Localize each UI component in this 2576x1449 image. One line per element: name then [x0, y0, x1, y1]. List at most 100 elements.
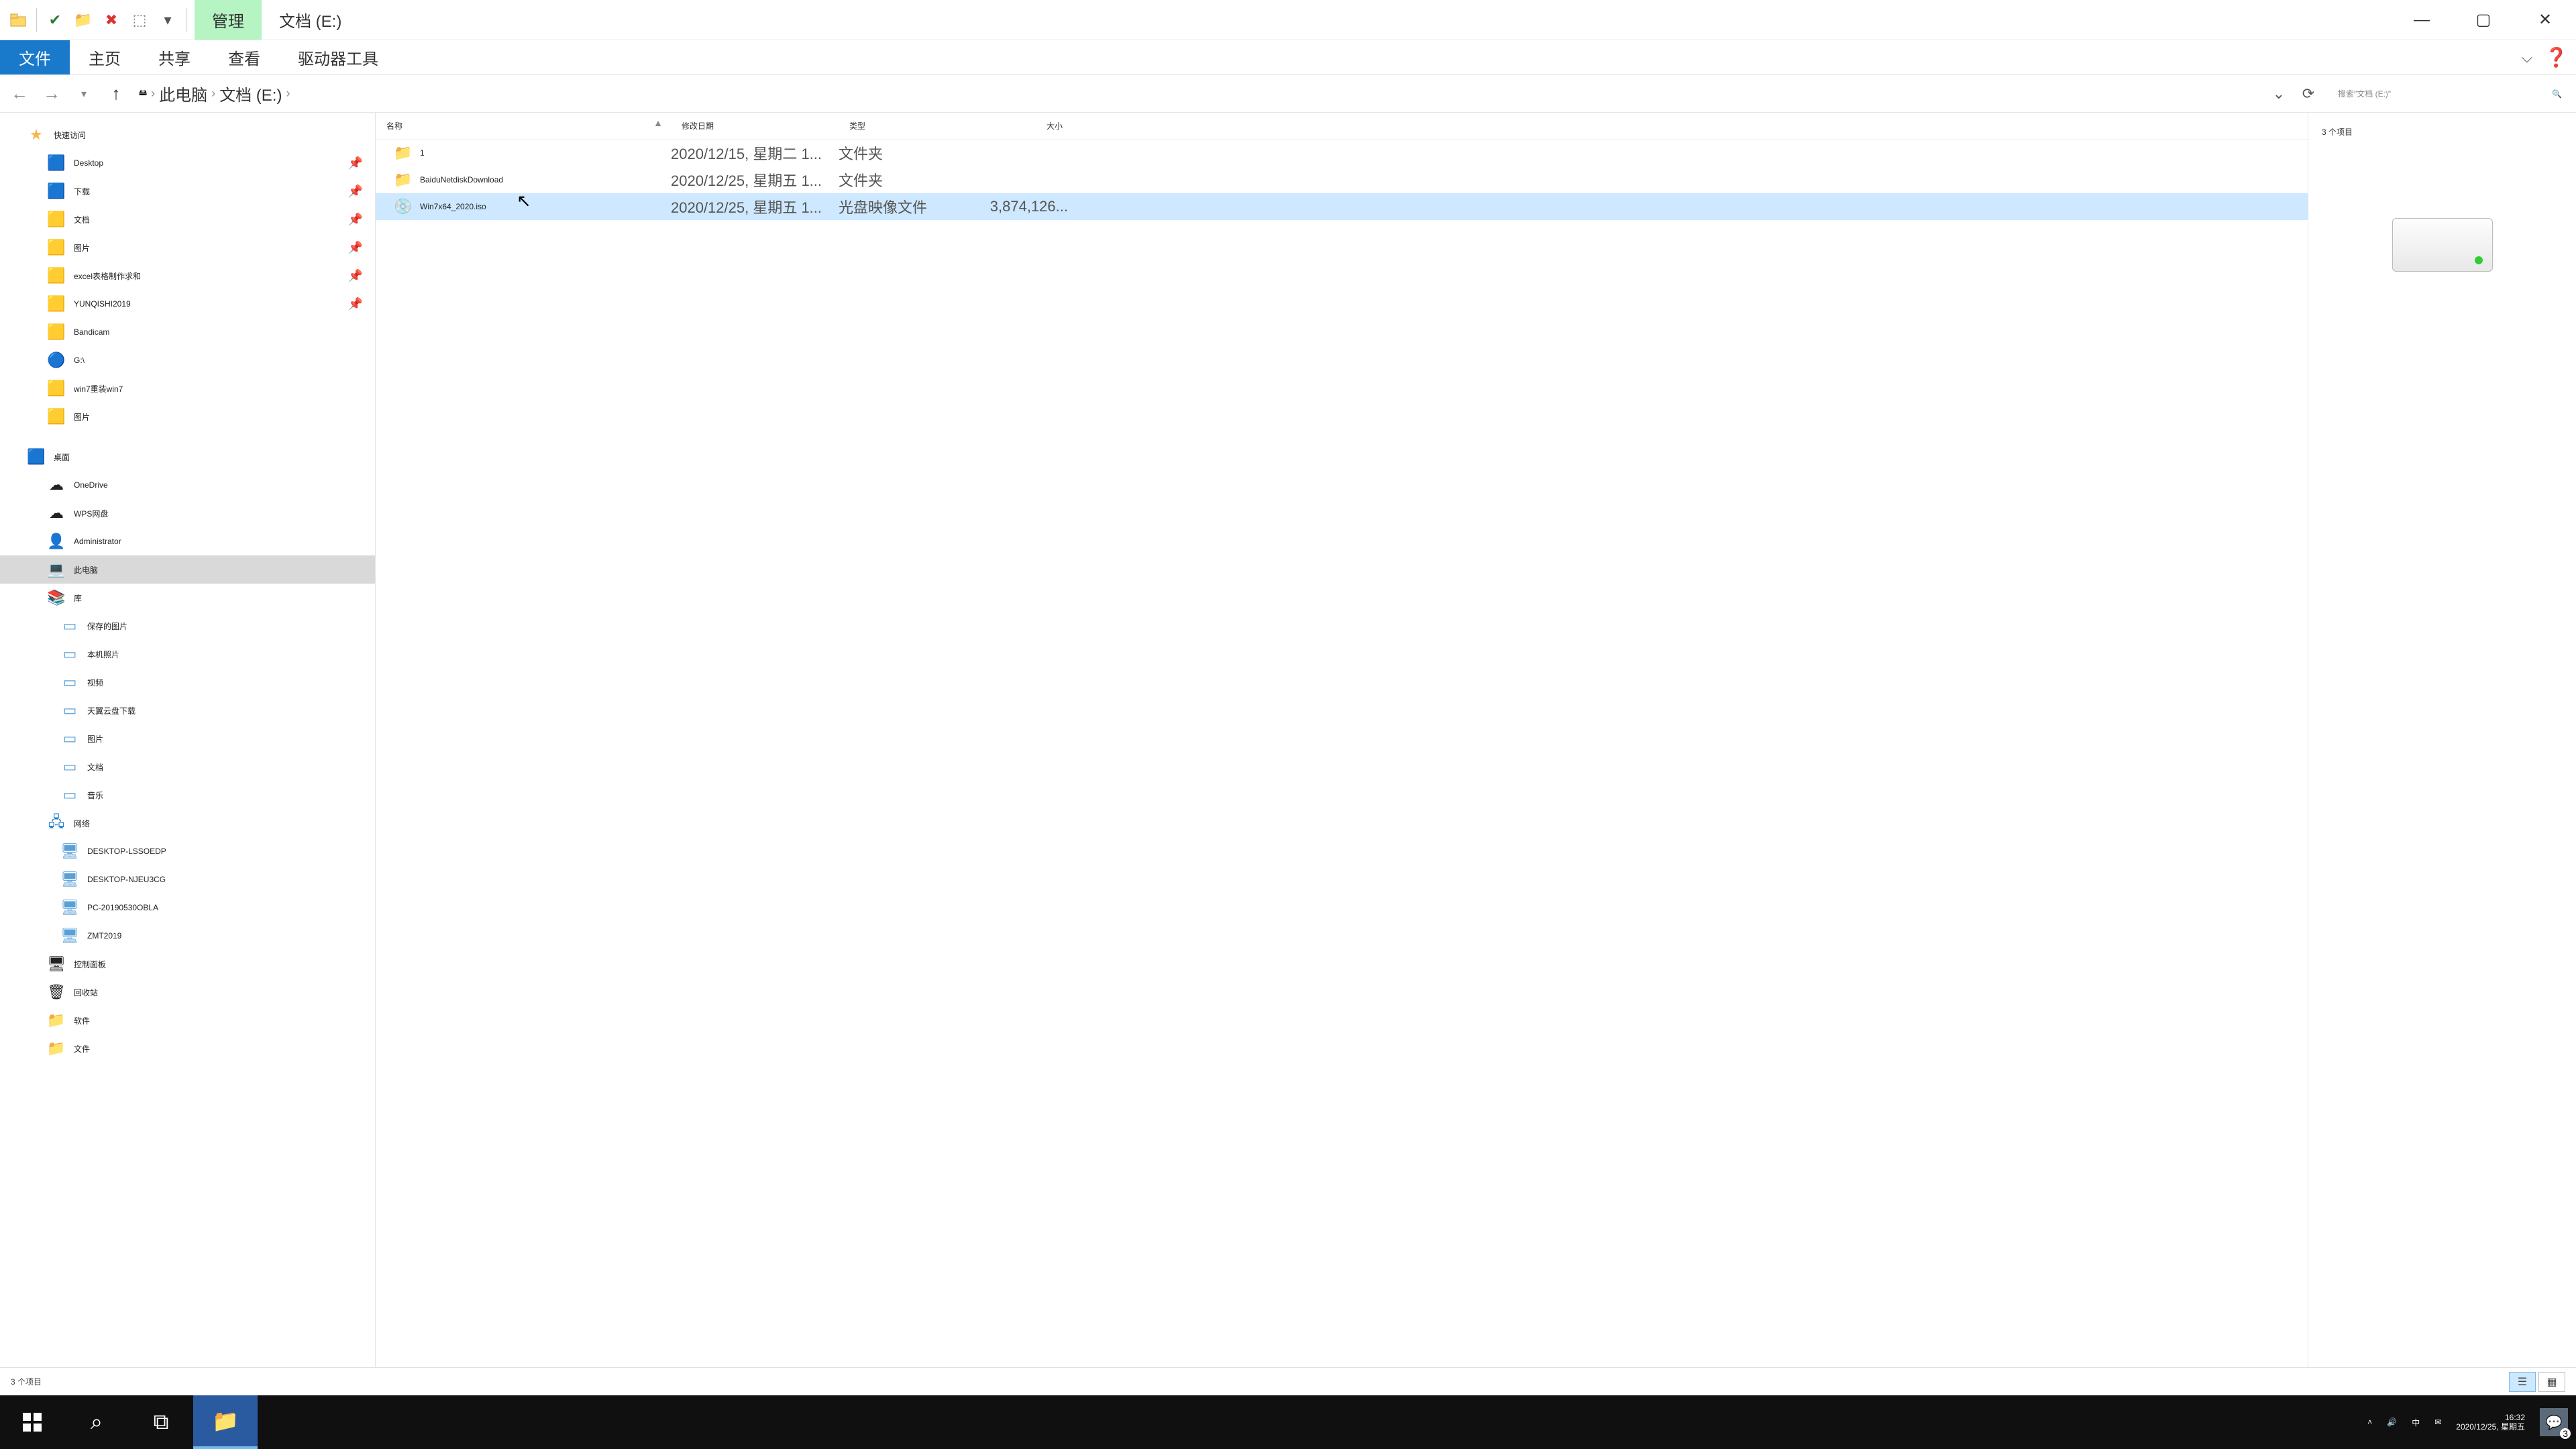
nav-quick-item[interactable]: 🟦Desktop📌 — [0, 149, 375, 177]
nav-library-item[interactable]: ▭本机照片 — [0, 640, 375, 668]
maximize-button[interactable]: ▢ — [2453, 0, 2514, 40]
nav-quick-item[interactable]: 🟨图片 — [0, 402, 375, 431]
tray-overflow-icon[interactable]: ˄ — [2367, 1417, 2372, 1427]
clock[interactable]: 16:32 2020/12/25, 星期五 — [2456, 1413, 2525, 1432]
action-center-button[interactable]: 💬3 — [2540, 1408, 2568, 1436]
file-type: 文件夹 — [839, 169, 979, 191]
task-view-button[interactable]: ⧉ — [129, 1395, 193, 1449]
navigation-pane[interactable]: ★快速访问 🟦Desktop📌🟦下载📌🟨文档📌🟨图片📌🟨excel表格制作求和📌… — [0, 113, 376, 1367]
file-date: 2020/12/15, 星期二 1... — [671, 142, 839, 164]
menu-drive-tools[interactable]: 驱动器工具 — [279, 40, 397, 74]
computer-icon: 🖥 — [60, 843, 79, 860]
nav-library-item[interactable]: ▭音乐 — [0, 781, 375, 809]
search-input[interactable]: 搜索"文档 (E:)" 🔍 — [2329, 80, 2571, 107]
view-details-button[interactable]: ☰ — [2509, 1372, 2536, 1392]
nav-quick-item[interactable]: 🟦下载📌 — [0, 177, 375, 205]
address-bar-row: ← → ▾ ↑ 🖴 › 此电脑 › 文档 (E:) › ⌄ ⟳ 搜索"文档 (E… — [0, 75, 2576, 113]
ribbon-expand-icon[interactable]: ⌵ — [2521, 49, 2532, 66]
file-row[interactable]: 💿Win7x64_2020.iso2020/12/25, 星期五 1...光盘映… — [376, 193, 2308, 220]
nav-quick-access[interactable]: ★快速访问 — [0, 121, 375, 149]
view-mode-buttons: ☰ ▦ — [2509, 1372, 2565, 1392]
item-icon: 👤 — [47, 533, 66, 550]
start-button[interactable] — [0, 1395, 64, 1449]
tray-app-icon[interactable]: ✉ — [2434, 1417, 2441, 1427]
nav-desktop-item[interactable]: 👤Administrator — [0, 527, 375, 555]
menu-home[interactable]: 主页 — [70, 40, 140, 74]
nav-desktop-item[interactable]: ☁OneDrive — [0, 471, 375, 499]
nav-desktop-item[interactable]: ☁WPS网盘 — [0, 499, 375, 527]
details-pane: 3 个项目 — [2308, 113, 2576, 1367]
qat-undo-icon[interactable]: ⬚ — [127, 7, 152, 33]
close-button[interactable]: ✕ — [2514, 0, 2576, 40]
col-name[interactable]: 名称▲ — [376, 120, 671, 131]
help-icon[interactable]: ❓ — [2544, 46, 2568, 68]
nav-quick-item[interactable]: 🟨YUNQISHI2019📌 — [0, 290, 375, 318]
nav-network-item[interactable]: 🖥PC-20190530OBLA — [0, 894, 375, 922]
nav-network-item[interactable]: 🖥ZMT2019 — [0, 922, 375, 950]
file-name: BaiduNetdiskDownload — [420, 175, 503, 184]
nav-library-item[interactable]: ▭视频 — [0, 668, 375, 696]
nav-extra-item[interactable]: 📁软件 — [0, 1006, 375, 1034]
desktop-icon: 🟦 — [27, 448, 46, 466]
col-date[interactable]: 修改日期 — [671, 120, 839, 131]
nav-library-item[interactable]: ▭文档 — [0, 753, 375, 781]
address-dropdown-icon[interactable]: ⌄ — [2267, 82, 2291, 106]
nav-quick-item[interactable]: 🟨Bandicam — [0, 318, 375, 346]
file-row[interactable]: 📁BaiduNetdiskDownload2020/12/25, 星期五 1..… — [376, 166, 2308, 193]
search-icon: 🔍 — [2552, 89, 2562, 99]
file-row[interactable]: 📁12020/12/15, 星期二 1...文件夹 — [376, 140, 2308, 166]
nav-extra-item[interactable]: 🖥控制面板 — [0, 950, 375, 978]
menu-view[interactable]: 查看 — [209, 40, 279, 74]
nav-extra-item[interactable]: 📁文件 — [0, 1034, 375, 1063]
nav-extra-item[interactable]: 🗑回收站 — [0, 978, 375, 1006]
nav-back-button[interactable]: ← — [5, 80, 34, 108]
menu-share[interactable]: 共享 — [140, 40, 209, 74]
breadcrumb-drive[interactable]: 文档 (E:) — [219, 82, 282, 105]
file-type: 光盘映像文件 — [839, 196, 979, 217]
taskbar-explorer[interactable]: 📁 — [193, 1395, 258, 1449]
chevron-right-icon[interactable]: › — [211, 87, 215, 101]
nav-desktop[interactable]: 🟦桌面 — [0, 443, 375, 471]
qat-delete-icon[interactable]: ✖ — [99, 7, 124, 33]
nav-quick-item[interactable]: 🔵G:\ — [0, 346, 375, 374]
ime-indicator[interactable]: 中 — [2412, 1417, 2420, 1428]
folder-icon: 📁 — [394, 144, 412, 162]
col-type[interactable]: 类型 — [839, 120, 979, 131]
nav-quick-item[interactable]: 🟨文档📌 — [0, 205, 375, 233]
refresh-icon[interactable]: ⟳ — [2296, 82, 2320, 106]
nav-up-button[interactable]: ↑ — [102, 80, 130, 108]
nav-network-item[interactable]: 🖥DESKTOP-NJEU3CG — [0, 865, 375, 894]
chevron-right-icon[interactable]: › — [151, 87, 155, 101]
address-bar[interactable]: 🖴 › 此电脑 › 文档 (E:) › ⌄ ⟳ — [134, 80, 2325, 107]
qat-dropdown-icon[interactable]: ▾ — [155, 7, 180, 33]
nav-desktop-item[interactable]: 💻此电脑 — [0, 555, 375, 584]
nav-quick-item[interactable]: 🟨图片📌 — [0, 233, 375, 262]
nav-network-item[interactable]: 🖥DESKTOP-LSSOEDP — [0, 837, 375, 865]
minimize-button[interactable]: — — [2391, 0, 2453, 40]
file-list[interactable]: 名称▲ 修改日期 类型 大小 📁12020/12/15, 星期二 1...文件夹… — [376, 113, 2308, 1367]
nav-recent-dropdown[interactable]: ▾ — [70, 80, 98, 108]
body: ★快速访问 🟦Desktop📌🟦下载📌🟨文档📌🟨图片📌🟨excel表格制作求和📌… — [0, 113, 2576, 1367]
menu-file[interactable]: 文件 — [0, 40, 70, 74]
chevron-right-icon[interactable]: › — [286, 87, 290, 101]
qat-properties-icon[interactable]: ✔ — [42, 7, 68, 33]
contextual-tab[interactable]: 管理 — [195, 0, 262, 40]
nav-forward-button[interactable]: → — [38, 80, 66, 108]
folder-icon: 🟨 — [47, 211, 66, 228]
breadcrumb-root[interactable]: 此电脑 — [159, 82, 207, 105]
nav-network[interactable]: 🖧网络 — [0, 809, 375, 837]
nav-quick-item[interactable]: 🟨excel表格制作求和📌 — [0, 262, 375, 290]
app-icon[interactable] — [5, 7, 31, 33]
network-icon: 🖧 — [47, 810, 66, 836]
view-icons-button[interactable]: ▦ — [2538, 1372, 2565, 1392]
nav-library-item[interactable]: ▭图片 — [0, 724, 375, 753]
nav-quick-item[interactable]: 🟨win7重装win7 — [0, 374, 375, 402]
folder-icon: 🟨 — [47, 239, 66, 256]
nav-library-item[interactable]: ▭保存的图片 — [0, 612, 375, 640]
nav-desktop-item[interactable]: 📚库 — [0, 584, 375, 612]
qat-new-folder-icon[interactable]: 📁 — [70, 7, 96, 33]
volume-icon[interactable]: 🔊 — [2387, 1417, 2397, 1427]
nav-library-item[interactable]: ▭天翼云盘下载 — [0, 696, 375, 724]
col-size[interactable]: 大小 — [979, 120, 1073, 131]
search-button[interactable]: ⌕ — [64, 1395, 129, 1449]
